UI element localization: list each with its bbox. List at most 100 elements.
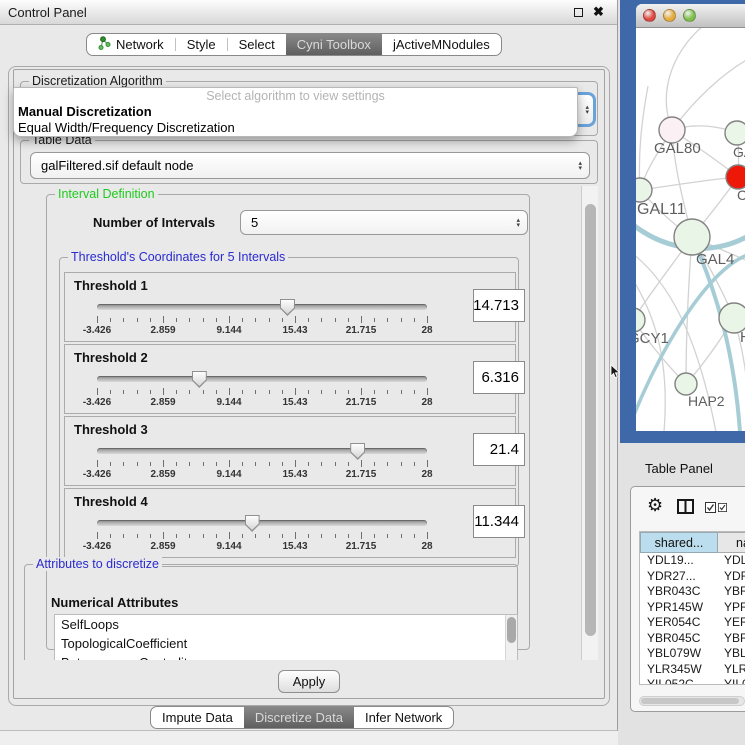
settings-gear-icon[interactable]: ⚙ xyxy=(647,495,663,516)
table-row[interactable]: YBR043CYBR0 xyxy=(640,584,745,600)
table-body: YDL19...YDL1YDR27...YDR2YBR043CYBR0YPR14… xyxy=(640,553,745,685)
algorithm-option-manual-discretization[interactable]: Manual Discretization xyxy=(14,104,577,120)
network-icon xyxy=(98,36,111,54)
tab-label: Style xyxy=(187,37,216,52)
node-label: GAL11 xyxy=(637,201,686,218)
zoom-traffic-light-icon[interactable] xyxy=(683,9,696,22)
list-item-selfloops[interactable]: SelfLoops xyxy=(55,615,517,634)
tab-jactivemnodules[interactable]: jActiveMNodules xyxy=(382,34,501,55)
table-cell[interactable]: YER0 xyxy=(718,615,745,631)
table-cell[interactable]: YLR3 xyxy=(718,662,745,678)
network-node-node-red[interactable] xyxy=(726,165,745,189)
list-item-betweennesscentrality[interactable]: BetweennessCentrality xyxy=(55,653,517,660)
threshold-3-value-field[interactable]: 21.4 xyxy=(473,433,525,466)
table-cell[interactable]: YBR0 xyxy=(718,584,745,600)
threshold-1-slider[interactable]: -3.4262.8599.14415.4321.71528 xyxy=(97,299,427,341)
table-cell[interactable]: YBL079W xyxy=(640,646,718,662)
control-panel-titlebar: Control Panel ✖ xyxy=(0,0,617,25)
table-row[interactable]: YIL052CYIL0 xyxy=(640,677,745,685)
threshold-4-value-field[interactable]: 11.344 xyxy=(473,505,525,538)
table-cell[interactable]: YPR145W xyxy=(640,600,718,616)
column-header-na[interactable]: na xyxy=(718,532,745,553)
table-row[interactable]: YBL079WYBL0 xyxy=(640,646,745,662)
settings-vertical-scrollbar[interactable] xyxy=(581,186,598,660)
network-node-node-top-right[interactable] xyxy=(725,121,745,145)
table-row[interactable]: YPR145WYPR1 xyxy=(640,600,745,616)
table-cell[interactable]: YDL1 xyxy=(718,553,745,569)
tab-select[interactable]: Select xyxy=(228,34,286,55)
slider-track[interactable] xyxy=(97,448,427,454)
slider-track[interactable] xyxy=(97,304,427,310)
interval-definition-title: Interval Definition xyxy=(55,187,158,201)
network-node-GAL4[interactable] xyxy=(674,219,710,255)
tab-label: Cyni Toolbox xyxy=(297,37,371,52)
slider-scale-labels: -3.4262.8599.14415.4321.71528 xyxy=(97,397,427,409)
column-header-shared[interactable]: shared... xyxy=(640,532,718,553)
close-traffic-light-icon[interactable] xyxy=(643,9,656,22)
table-row[interactable]: YBR045CYBR0 xyxy=(640,631,745,647)
control-panel-window: Control Panel ✖ Network Style Select Cyni T… xyxy=(0,0,618,731)
tab-impute-data[interactable]: Impute Data xyxy=(151,707,244,728)
apply-button[interactable]: Apply xyxy=(278,670,340,693)
algorithm-dropdown-popup: Select algorithm to view settings Manual… xyxy=(13,87,578,137)
node-label: H xyxy=(740,329,745,346)
numerical-attributes-list[interactable]: SelfLoopsTopologicalCoefficientBetweenne… xyxy=(54,614,518,660)
table-panel-window: ⚙ shared...na YDL19...YDL1YDR27...YDR2YB… xyxy=(630,486,745,712)
table-cell[interactable]: YBR0 xyxy=(718,631,745,647)
threshold-4-slider[interactable]: -3.4262.8599.14415.4321.71528 xyxy=(97,515,427,557)
tab-style[interactable]: Style xyxy=(176,34,227,55)
table-cell[interactable]: YBR045C xyxy=(640,631,718,647)
num-intervals-value: 5 xyxy=(251,215,258,230)
network-node-GCY1[interactable] xyxy=(636,308,645,332)
network-node-HAP2[interactable] xyxy=(675,373,697,395)
table-cell[interactable]: YIL0 xyxy=(718,677,745,685)
threshold-2-slider[interactable]: -3.4262.8599.14415.4321.71528 xyxy=(97,371,427,413)
threshold-2-value-field[interactable]: 6.316 xyxy=(473,361,525,394)
slider-thumb[interactable] xyxy=(350,443,365,460)
list-item-topologicalcoefficient[interactable]: TopologicalCoefficient xyxy=(55,634,517,653)
select-columns-checkbox-icons[interactable] xyxy=(705,502,727,513)
tab-network[interactable]: Network xyxy=(87,34,175,55)
table-cell[interactable]: YLR345W xyxy=(640,662,718,678)
tab-cyni-toolbox[interactable]: Cyni Toolbox xyxy=(286,34,382,55)
table-cell[interactable]: YBL0 xyxy=(718,646,745,662)
slider-thumb[interactable] xyxy=(280,299,295,316)
close-icon[interactable]: ✖ xyxy=(593,4,604,20)
threshold-3-slider[interactable]: -3.4262.8599.14415.4321.71528 xyxy=(97,443,427,485)
table-cell[interactable]: YDR27... xyxy=(640,569,718,585)
tab-infer-network[interactable]: Infer Network xyxy=(354,707,453,728)
tab-discretize-data[interactable]: Discretize Data xyxy=(244,707,354,728)
table-row[interactable]: YLR345WYLR3 xyxy=(640,662,745,678)
table-row[interactable]: YER054CYER0 xyxy=(640,615,745,631)
table-row[interactable]: YDL19...YDL1 xyxy=(640,553,745,569)
table-horizontal-scrollbar[interactable] xyxy=(639,696,745,706)
threshold-1-value-field[interactable]: 14.713 xyxy=(473,289,525,322)
slider-thumb[interactable] xyxy=(192,371,207,388)
slider-track[interactable] xyxy=(97,376,427,382)
combo-spinner-icon: ▴▾ xyxy=(585,105,589,115)
num-intervals-combo[interactable]: 5 ▴▾ xyxy=(240,210,528,235)
table-cell[interactable]: YER054C xyxy=(640,615,718,631)
algorithm-option-equal-width-frequency-discretization[interactable]: Equal Width/Frequency Discretization xyxy=(14,120,577,136)
table-cell[interactable]: YPR1 xyxy=(718,600,745,616)
network-edge xyxy=(639,86,648,190)
table-cell[interactable]: YIL052C xyxy=(640,677,718,685)
table-cell[interactable]: YDR2 xyxy=(718,569,745,585)
slider-thumb[interactable] xyxy=(245,515,260,532)
network-canvas[interactable]: GAL80GACGAL11GAL4GCY1HHAP2 xyxy=(636,28,745,431)
node-label: C xyxy=(737,187,745,203)
table-cell[interactable]: YDL19... xyxy=(640,553,718,569)
table-header-row: shared...na xyxy=(640,532,745,553)
table-data-combo[interactable]: galFiltered.sif default node ▴▾ xyxy=(30,152,590,179)
attributes-list-scrollbar[interactable] xyxy=(505,615,517,660)
threshold-3-group: Threshold 3-3.4262.8599.14415.4321.71528… xyxy=(64,416,516,486)
slider-track[interactable] xyxy=(97,520,427,526)
network-edge xyxy=(640,177,738,190)
column-layout-icon[interactable] xyxy=(677,499,694,519)
table-row[interactable]: YDR27...YDR2 xyxy=(640,569,745,585)
float-window-icon[interactable] xyxy=(574,8,583,17)
network-node-GAL11[interactable] xyxy=(636,178,652,202)
table-cell[interactable]: YBR043C xyxy=(640,584,718,600)
minimize-traffic-light-icon[interactable] xyxy=(663,9,676,22)
window-title: Control Panel xyxy=(8,5,87,20)
